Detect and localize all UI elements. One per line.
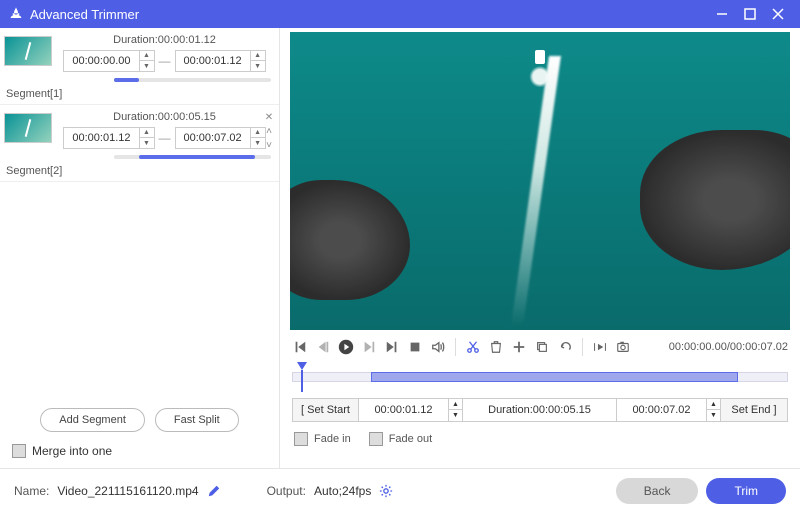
app-logo-icon xyxy=(8,6,24,22)
spinner-up-icon[interactable]: ▲ xyxy=(140,51,154,61)
spinner-up-icon[interactable]: ▲ xyxy=(251,51,265,61)
filename: Video_221115161120.mp4 xyxy=(57,484,198,498)
go-end-icon[interactable] xyxy=(384,339,400,355)
maximize-button[interactable] xyxy=(736,0,764,28)
playhead[interactable] xyxy=(297,362,307,370)
start-spinner[interactable]: ▲▼ xyxy=(449,399,463,421)
minimize-button[interactable] xyxy=(708,0,736,28)
time-display: 00:00:00.00/00:00:07.02 xyxy=(669,341,788,353)
segment-end-input[interactable]: 00:00:01.12 ▲▼ xyxy=(175,50,266,72)
window-title: Advanced Trimmer xyxy=(30,7,708,22)
fade-out-checkbox[interactable] xyxy=(369,432,383,446)
segment-duration-label: Duration:00:00:01.12 xyxy=(58,34,271,46)
fade-in-checkbox[interactable] xyxy=(294,432,308,446)
delete-icon[interactable] xyxy=(488,339,504,355)
segment-thumbnail xyxy=(4,113,52,143)
copy-icon[interactable] xyxy=(534,339,550,355)
segment-item[interactable]: Duration:00:00:05.15 00:00:01.12 ▲▼ — 00… xyxy=(0,105,279,182)
play-button[interactable] xyxy=(338,339,354,355)
segment-end-input[interactable]: 00:00:07.02 ▲▼ xyxy=(175,127,266,149)
output-settings-icon[interactable] xyxy=(379,484,393,498)
video-preview[interactable] xyxy=(290,32,790,330)
output-label: Output: xyxy=(267,484,306,498)
set-range-row: [ Set Start 00:00:01.12 ▲▼ Duration:00:0… xyxy=(292,398,788,422)
spinner-down-icon[interactable]: ▼ xyxy=(140,61,154,71)
spinner-down-icon[interactable]: ▼ xyxy=(140,138,154,148)
name-label: Name: xyxy=(14,484,49,498)
fade-out-label: Fade out xyxy=(389,433,432,445)
footer-bar: Name: Video_221115161120.mp4 Output: Aut… xyxy=(0,468,800,512)
segment-thumbnail xyxy=(4,36,52,66)
timeline[interactable] xyxy=(292,364,788,388)
delete-segment-icon[interactable]: ✕ xyxy=(263,111,275,123)
merge-label: Merge into one xyxy=(32,444,112,458)
output-value: Auto;24fps xyxy=(314,484,371,498)
player-controls: 00:00:00.00/00:00:07.02 xyxy=(290,330,790,364)
move-up-icon[interactable]: ˄ xyxy=(263,125,275,137)
spinner-up-icon[interactable]: ▲ xyxy=(140,128,154,138)
segment-item[interactable]: Duration:00:00:01.12 00:00:00.00 ▲▼ — 00… xyxy=(0,28,279,105)
back-button[interactable]: Back xyxy=(616,478,699,504)
segments-panel: Duration:00:00:01.12 00:00:00.00 ▲▼ — 00… xyxy=(0,28,280,468)
set-start-button[interactable]: [ Set Start xyxy=(293,399,359,421)
move-down-icon[interactable]: ˅ xyxy=(263,139,275,151)
volume-icon[interactable] xyxy=(430,339,446,355)
timeline-selection[interactable] xyxy=(371,372,738,382)
edit-name-icon[interactable] xyxy=(207,484,221,498)
set-end-button[interactable]: Set End ] xyxy=(721,399,787,421)
segment-start-input[interactable]: 00:00:01.12 ▲▼ xyxy=(63,127,154,149)
step-forward-icon[interactable] xyxy=(361,339,377,355)
go-start-icon[interactable] xyxy=(292,339,308,355)
close-button[interactable] xyxy=(764,0,792,28)
add-icon[interactable] xyxy=(511,339,527,355)
trim-button[interactable]: Trim xyxy=(706,478,786,504)
range-dash: — xyxy=(159,131,171,145)
segment-label: Segment[1] xyxy=(6,88,62,100)
fast-split-button[interactable]: Fast Split xyxy=(155,408,239,432)
undo-icon[interactable] xyxy=(557,339,573,355)
step-back-icon[interactable] xyxy=(315,339,331,355)
range-dash: — xyxy=(159,54,171,68)
cut-icon[interactable] xyxy=(465,339,481,355)
duration-display: Duration:00:00:05.15 xyxy=(463,399,617,421)
stop-icon[interactable] xyxy=(407,339,423,355)
segment-label: Segment[2] xyxy=(6,165,62,177)
title-bar: Advanced Trimmer xyxy=(0,0,800,28)
end-spinner[interactable]: ▲▼ xyxy=(707,399,721,421)
spinner-down-icon[interactable]: ▼ xyxy=(251,61,265,71)
start-time-value[interactable]: 00:00:01.12 xyxy=(359,399,449,421)
segment-start-input[interactable]: 00:00:00.00 ▲▼ xyxy=(63,50,154,72)
segments-list: Duration:00:00:01.12 00:00:00.00 ▲▼ — 00… xyxy=(0,28,279,398)
add-segment-button[interactable]: Add Segment xyxy=(40,408,145,432)
bracket-play-icon[interactable] xyxy=(592,339,608,355)
merge-checkbox[interactable] xyxy=(12,444,26,458)
segment-duration-label: Duration:00:00:05.15 xyxy=(58,111,271,123)
end-time-value[interactable]: 00:00:07.02 xyxy=(617,399,707,421)
snapshot-icon[interactable] xyxy=(615,339,631,355)
fade-in-label: Fade in xyxy=(314,433,351,445)
